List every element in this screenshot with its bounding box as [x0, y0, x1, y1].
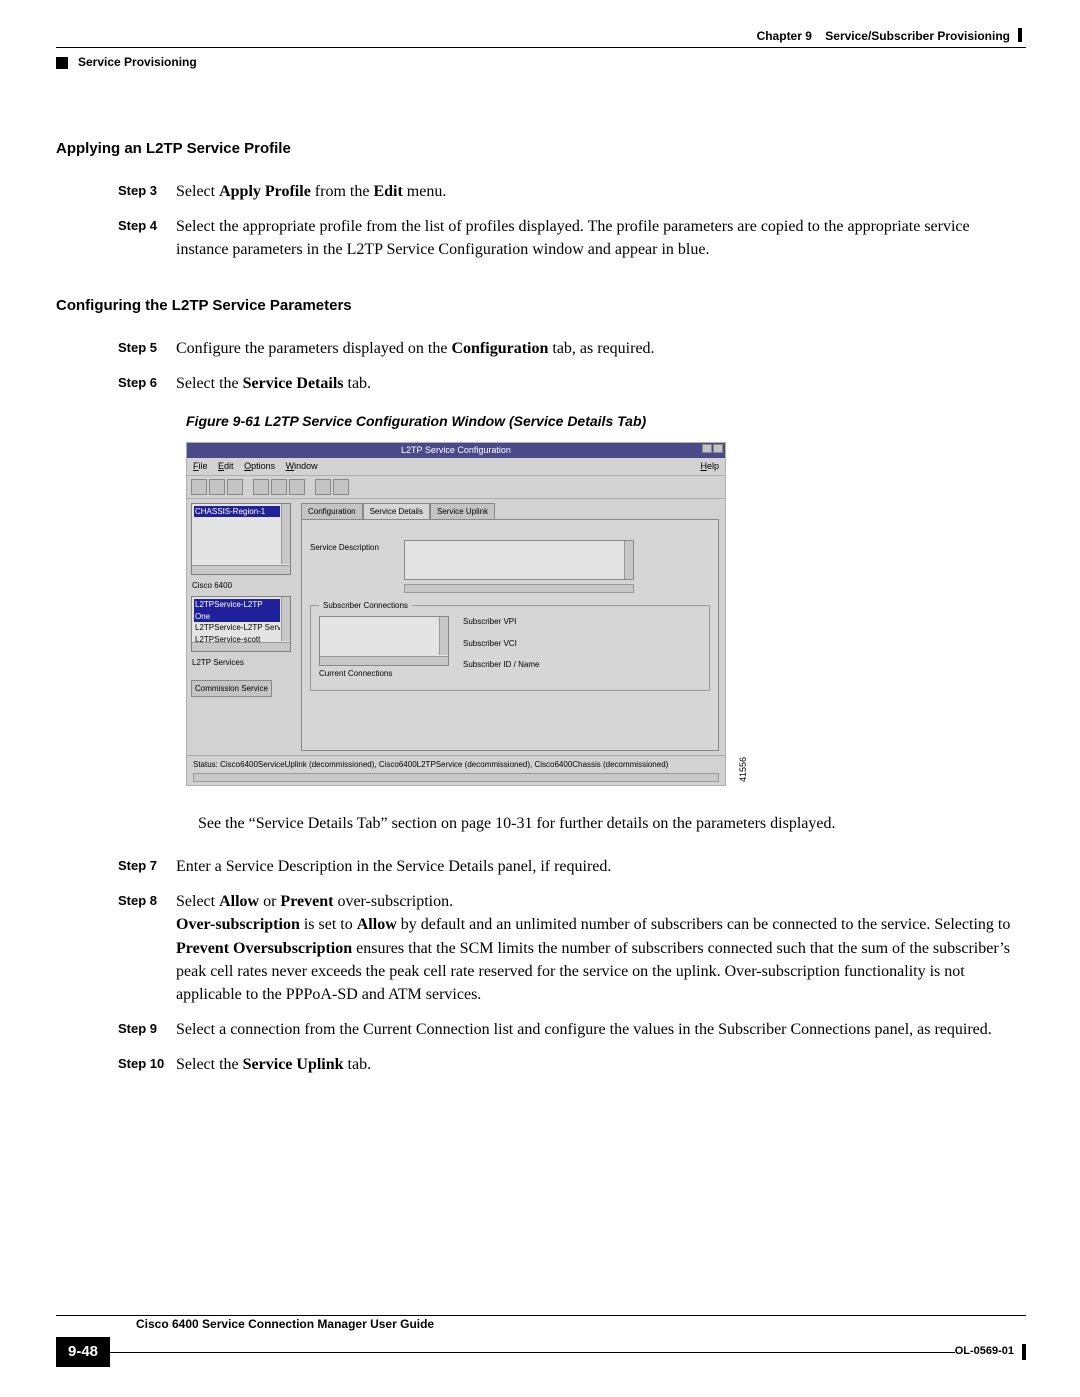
- service-description-label: Service Description: [310, 540, 398, 554]
- footer-bar-icon: [1022, 1344, 1026, 1360]
- step-label: Step 5: [56, 337, 176, 360]
- step-row: Step 6Select the Service Details tab.: [56, 372, 1026, 395]
- toolbar-button[interactable]: [191, 479, 207, 495]
- heading-apply-profile: Applying an L2TP Service Profile: [56, 138, 1026, 160]
- chassis-tree[interactable]: CHASSIS-Region-1: [191, 503, 291, 575]
- menu-window[interactable]: Window: [286, 461, 318, 471]
- scrollbar-icon[interactable]: [192, 565, 290, 574]
- header-bar-icon: [1018, 28, 1022, 42]
- current-connections-list[interactable]: [319, 616, 449, 666]
- header-rule: [56, 47, 1026, 48]
- step-row: Step 5Configure the parameters displayed…: [56, 337, 1026, 360]
- step-row: Step 9Select a connection from the Curre…: [56, 1018, 1026, 1041]
- step-row: Step 4Select the appropriate profile fro…: [56, 215, 1026, 261]
- step-label: Step 10: [56, 1053, 176, 1076]
- scrollbar-icon[interactable]: [192, 642, 290, 651]
- toolbar-button[interactable]: [209, 479, 225, 495]
- toolbar-button[interactable]: [333, 479, 349, 495]
- step-label: Step 9: [56, 1018, 176, 1041]
- step-label: Step 8: [56, 890, 176, 1006]
- scrollbar-icon[interactable]: [320, 656, 448, 665]
- menu-options[interactable]: Options: [244, 461, 275, 471]
- step-text: Configure the parameters displayed on th…: [176, 337, 1026, 360]
- toolbar: [187, 476, 725, 499]
- scrollbar-icon[interactable]: [624, 541, 633, 579]
- section-name: Service Provisioning: [78, 54, 197, 71]
- subscriber-vci-label: Subscriber VCI: [463, 638, 539, 650]
- minimize-icon[interactable]: [702, 444, 712, 453]
- tree-mid-label: Cisco 6400: [191, 579, 291, 593]
- toolbar-button[interactable]: [315, 479, 331, 495]
- current-connections-label: Current Connections: [319, 668, 449, 680]
- running-header-right: Chapter 9 Service/Subscriber Provisionin…: [56, 28, 1026, 45]
- service-details-panel: Service Description Subscriber Connectio…: [301, 519, 719, 751]
- menu-help[interactable]: Help: [700, 461, 719, 471]
- menu-file[interactable]: File: [193, 461, 208, 471]
- menubar: File Edit Options Window Help: [187, 458, 725, 476]
- step-text: Select the appropriate profile from the …: [176, 215, 1026, 261]
- subscriber-vpi-label: Subscriber VPI: [463, 616, 539, 628]
- step-label: Step 4: [56, 215, 176, 261]
- heading-config-params: Configuring the L2TP Service Parameters: [56, 295, 1026, 317]
- step-text: Select Apply Profile from the Edit menu.: [176, 180, 1026, 203]
- step-label: Step 7: [56, 855, 176, 878]
- commission-service-button[interactable]: Commission Service: [191, 680, 272, 698]
- scrollbar-icon[interactable]: [193, 773, 719, 782]
- step-row: Step 10Select the Service Uplink tab.: [56, 1053, 1026, 1076]
- toolbar-button[interactable]: [253, 479, 269, 495]
- toolbar-button[interactable]: [289, 479, 305, 495]
- service-list[interactable]: L2TPService-L2TP One L2TPService-L2TP Se…: [191, 596, 291, 652]
- header-square-icon: [56, 57, 68, 69]
- step-row: Step 3Select Apply Profile from the Edit…: [56, 180, 1026, 203]
- subscriber-id-label: Subscriber ID / Name: [463, 659, 539, 671]
- subscriber-connections-group: Subscriber Connections Current Connectio…: [310, 605, 710, 691]
- doc-number: OL-0569-01: [955, 1344, 1016, 1360]
- running-header-left: Service Provisioning: [56, 54, 1026, 71]
- l2tp-config-window: L2TP Service Configuration File Edit Opt…: [186, 442, 726, 786]
- step-text: Select Allow or Prevent over-subscriptio…: [176, 890, 1026, 1006]
- maximize-icon[interactable]: [713, 444, 723, 453]
- post-figure-text: See the “Service Details Tab” section on…: [198, 812, 1026, 835]
- service-description-input[interactable]: [404, 540, 634, 580]
- step-row: Step 7Enter a Service Description in the…: [56, 855, 1026, 878]
- step-label: Step 6: [56, 372, 176, 395]
- tab-service-uplink[interactable]: Service Uplink: [430, 503, 495, 520]
- step-text: Select the Service Details tab.: [176, 372, 1026, 395]
- figure-number: 41556: [737, 757, 750, 782]
- tab-service-details[interactable]: Service Details: [363, 503, 430, 520]
- step-text: Enter a Service Description in the Servi…: [176, 855, 1026, 878]
- toolbar-button[interactable]: [271, 479, 287, 495]
- page-number: 9-48: [56, 1337, 110, 1367]
- menu-edit[interactable]: Edit: [218, 461, 234, 471]
- group-title: Subscriber Connections: [319, 600, 412, 612]
- step-text: Select the Service Uplink tab.: [176, 1053, 1026, 1076]
- toolbar-button[interactable]: [227, 479, 243, 495]
- footer-guide-title: Cisco 6400 Service Connection Manager Us…: [56, 1316, 1026, 1333]
- scrollbar-icon[interactable]: [281, 597, 290, 641]
- figure-caption: Figure 9-61 L2TP Service Configuration W…: [186, 411, 1026, 431]
- service-list-label: L2TP Services: [191, 656, 291, 670]
- step-row: Step 8Select Allow or Prevent over-subsc…: [56, 890, 1026, 1006]
- scrollbar-icon[interactable]: [404, 584, 634, 593]
- step-text: Select a connection from the Current Con…: [176, 1018, 1026, 1041]
- window-titlebar: L2TP Service Configuration: [187, 443, 725, 458]
- step-label: Step 3: [56, 180, 176, 203]
- scrollbar-icon[interactable]: [281, 504, 290, 564]
- tab-configuration[interactable]: Configuration: [301, 503, 363, 520]
- status-bar: Status: Cisco6400ServiceUplink (decommis…: [187, 755, 725, 785]
- scrollbar-icon[interactable]: [439, 617, 448, 655]
